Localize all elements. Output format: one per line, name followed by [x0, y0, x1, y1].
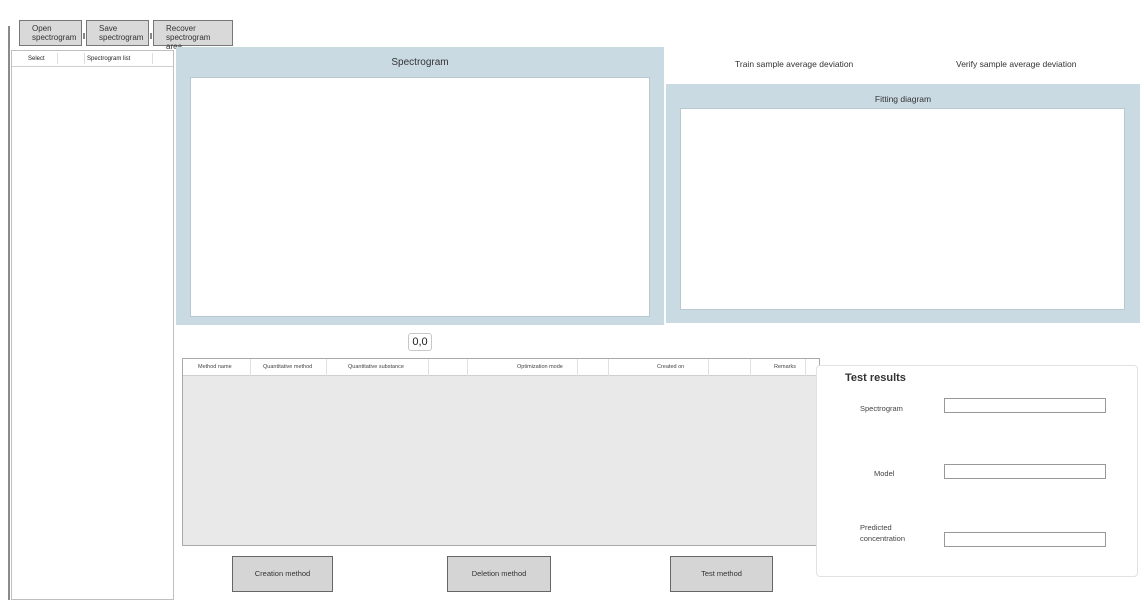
toolbar-separator — [83, 33, 85, 39]
method-table[interactable]: Method name Quantitative method Quantita… — [182, 358, 820, 546]
column-remarks[interactable]: Remarks — [774, 364, 796, 370]
fitting-diagram-title: Fitting diagram — [874, 94, 932, 104]
column-quantitative-substance[interactable]: Quantitative substance — [348, 364, 404, 370]
train-sample-average-deviation-label: Train sample average deviation — [735, 59, 854, 69]
column-divider — [326, 359, 327, 376]
window-left-border — [8, 26, 10, 600]
recover-spectrogram-area-button[interactable]: Recover spectrogram area — [153, 20, 233, 51]
spectrogram-field[interactable] — [944, 398, 1106, 413]
column-created-on[interactable]: Created on — [657, 364, 684, 370]
toolbar-separator — [150, 33, 152, 39]
list-col-spectrogram-list[interactable]: Spectrogram list — [87, 56, 130, 62]
column-divider — [428, 359, 429, 376]
predicted-concentration-label: Predicted concentration — [860, 523, 906, 543]
column-divider — [467, 359, 468, 376]
column-divider — [152, 53, 153, 64]
column-method-name[interactable]: Method name — [198, 364, 232, 370]
column-divider — [708, 359, 709, 376]
spectrogram-title: Spectrogram — [391, 57, 449, 68]
column-divider — [805, 359, 806, 376]
open-spectrogram-button[interactable]: Open spectrogram — [19, 20, 82, 46]
column-divider — [608, 359, 609, 376]
column-divider — [84, 53, 85, 64]
spectrogram-list-panel[interactable]: Select Spectrogram list — [11, 50, 174, 600]
column-quantitative-method[interactable]: Quantitative method — [263, 364, 312, 370]
model-field-label: Model — [874, 469, 895, 478]
column-divider — [250, 359, 251, 376]
test-results-title: Test results — [845, 372, 906, 384]
creation-method-button[interactable]: Creation method — [232, 556, 333, 592]
model-field[interactable] — [944, 464, 1106, 479]
method-table-header: Method name Quantitative method Quantita… — [183, 359, 819, 376]
deletion-method-button[interactable]: Deletion method — [447, 556, 551, 592]
column-divider — [750, 359, 751, 376]
column-divider — [57, 53, 58, 64]
verify-sample-average-deviation-label: Verify sample average deviation — [956, 59, 1077, 69]
spectrogram-plot-area[interactable] — [190, 77, 650, 317]
spectrogram-list-header: Select Spectrogram list — [12, 51, 173, 67]
test-method-button[interactable]: Test method — [670, 556, 773, 592]
fitting-diagram-plot-area[interactable] — [680, 108, 1125, 310]
predicted-concentration-field[interactable] — [944, 532, 1106, 547]
column-divider — [577, 359, 578, 376]
spectrogram-panel: Spectrogram — [176, 47, 664, 325]
column-optimization-mode[interactable]: Optimization mode — [517, 364, 563, 370]
coordinate-readout: 0,0 — [408, 333, 432, 351]
save-spectrogram-button[interactable]: Save spectrogram — [86, 20, 149, 46]
test-results-panel: Test results Spectrogram Model Predicted… — [816, 365, 1138, 577]
fitting-diagram-panel: Fitting diagram — [666, 84, 1140, 323]
spectrogram-field-label: Spectrogram — [860, 404, 903, 413]
list-col-select[interactable]: Select — [28, 56, 45, 62]
